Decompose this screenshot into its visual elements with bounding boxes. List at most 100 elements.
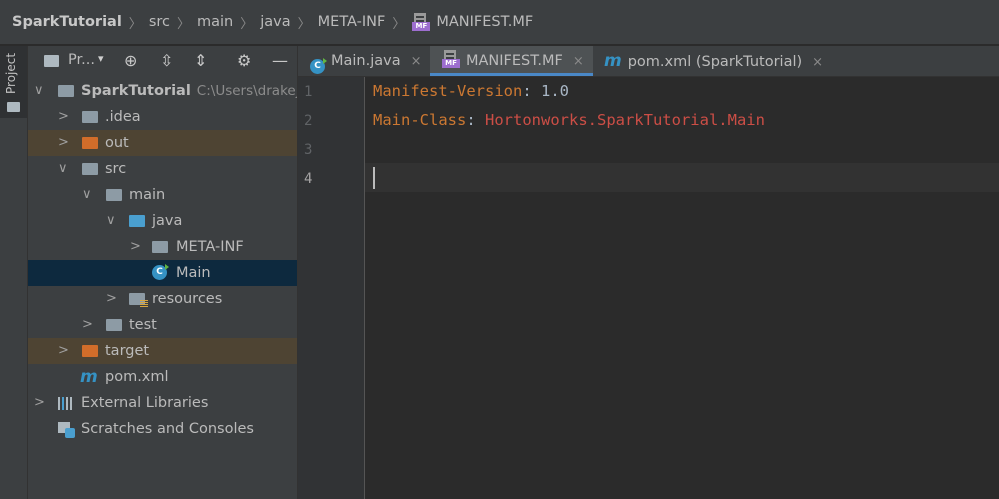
breadcrumb-item-src[interactable]: src — [149, 14, 170, 30]
chevron-down-icon[interactable]: ∨ — [82, 182, 92, 208]
chevron-right-icon[interactable]: > — [82, 312, 93, 338]
tab-label: pom.xml (SparkTutorial) — [627, 54, 803, 70]
chevron-down-icon[interactable]: ▾ — [98, 52, 104, 65]
close-icon[interactable]: × — [812, 55, 823, 70]
tab-manifest[interactable]: MF MANIFEST.MF × — [430, 46, 593, 76]
project-tool-button[interactable]: Project — [0, 46, 27, 118]
current-line-highlight — [365, 163, 999, 192]
colon: : — [466, 111, 485, 129]
line-number: 4 — [304, 171, 313, 187]
tree-label: target — [105, 343, 150, 359]
minimize-icon[interactable]: — — [272, 51, 288, 70]
project-view-selector[interactable]: Pr... — [68, 52, 95, 68]
scratches-icon — [58, 422, 75, 438]
folder-icon — [152, 241, 168, 253]
breadcrumb-item-main[interactable]: main — [197, 14, 233, 30]
project-root-name: SparkTutorial — [81, 83, 191, 99]
tree-label: pom.xml — [105, 369, 169, 385]
chevron-right-icon[interactable]: > — [58, 104, 69, 130]
folder-icon — [82, 163, 98, 175]
maven-icon: m — [80, 367, 98, 387]
tree-label: test — [129, 317, 157, 333]
tree-row-main[interactable]: ∨ main — [28, 182, 297, 208]
tab-pom[interactable]: m pom.xml (SparkTutorial) × — [604, 46, 823, 76]
folder-icon — [7, 102, 20, 112]
tree-row-src[interactable]: ∨ src — [28, 156, 297, 182]
module-folder-icon — [58, 85, 74, 97]
tree-label: resources — [152, 291, 223, 307]
tree-label: META-INF — [176, 239, 244, 255]
gear-icon[interactable]: ⚙ — [237, 51, 251, 70]
code-line-1[interactable]: Manifest-Version: 1.0 — [373, 82, 569, 100]
code-editor[interactable]: Manifest-Version: 1.0 Main-Class: Horton… — [365, 77, 999, 499]
java-class-icon: C — [310, 58, 327, 74]
collapse-all-icon[interactable]: ⇕ — [194, 51, 207, 70]
tree-label: src — [105, 161, 127, 177]
chevron-right-icon[interactable]: > — [58, 130, 69, 156]
chevron-down-icon[interactable]: ∨ — [34, 78, 44, 104]
tree-label: .idea — [105, 109, 141, 125]
tree-row-java[interactable]: ∨ java — [28, 208, 297, 234]
tree-row-out[interactable]: > out — [28, 130, 297, 156]
folder-icon — [82, 111, 98, 123]
tree-row-scratches[interactable]: Scratches and Consoles — [28, 416, 297, 442]
project-panel: Pr... ▾ ⊕ ⇳ ⇕ ⚙ — ∨ SparkTutorial C:\User… — [28, 46, 298, 499]
line-number: 1 — [304, 84, 313, 100]
line-number: 2 — [304, 113, 313, 129]
code-line-2[interactable]: Main-Class: Hortonworks.SparkTutorial.Ma… — [373, 111, 765, 129]
editor-tabs: C Main.java × MF MANIFEST.MF × m pom.xml (Spa… — [298, 46, 999, 77]
tab-main-java[interactable]: C Main.java × — [310, 46, 430, 76]
close-icon[interactable]: × — [573, 54, 584, 69]
manifest-file-icon: MF — [412, 13, 431, 31]
tree-row-pom[interactable]: m pom.xml — [28, 364, 297, 390]
tree-row-main-class[interactable]: C Main — [28, 260, 297, 286]
breadcrumb-item-meta-inf[interactable]: META-INF — [318, 14, 386, 30]
tree-label: External Libraries — [81, 395, 209, 411]
expand-all-icon[interactable]: ⇳ — [160, 51, 173, 70]
chevron-right-icon[interactable]: > — [58, 338, 69, 364]
tab-label: Main.java — [331, 53, 401, 69]
java-class-icon: C — [152, 264, 169, 280]
chevron-down-icon[interactable]: ∨ — [58, 156, 68, 182]
library-icon — [58, 397, 74, 410]
breadcrumb: SparkTutorial 〉 src 〉 main 〉 java 〉 META… — [0, 0, 999, 45]
breadcrumb-item-java[interactable]: java — [260, 14, 290, 30]
project-panel-toolbar: Pr... ▾ ⊕ ⇳ ⇕ ⚙ — — [28, 46, 297, 76]
project-tool-label: Project — [4, 52, 18, 94]
chevron-right-icon: 〉 — [240, 16, 254, 32]
excluded-folder-icon — [82, 345, 98, 357]
folder-icon — [44, 55, 59, 67]
project-root-path: C:\Users\drakej\ — [196, 83, 298, 99]
tree-row-idea[interactable]: > .idea — [28, 104, 297, 130]
tree-row-test[interactable]: > test — [28, 312, 297, 338]
tree-row-project-root[interactable]: ∨ SparkTutorial C:\Users\drakej\ — [28, 78, 297, 104]
colon: : — [522, 82, 541, 100]
chevron-right-icon[interactable]: > — [130, 234, 141, 260]
folder-icon — [106, 189, 122, 201]
manifest-key: Manifest-Version — [373, 82, 523, 100]
tree-row-target[interactable]: > target — [28, 338, 297, 364]
tool-window-strip: Project — [0, 46, 28, 499]
tree-row-external-libraries[interactable]: > External Libraries — [28, 390, 297, 416]
manifest-value: 1.0 — [540, 82, 569, 100]
chevron-right-icon: 〉 — [392, 16, 406, 32]
tab-label: MANIFEST.MF — [466, 53, 563, 69]
line-number: 3 — [304, 142, 313, 158]
crosshair-icon[interactable]: ⊕ — [124, 51, 137, 70]
tree-label: java — [152, 213, 183, 229]
text-caret — [373, 167, 375, 189]
chevron-right-icon[interactable]: > — [106, 286, 117, 312]
maven-icon: m — [604, 51, 622, 71]
tree-row-meta-inf[interactable]: > META-INF — [28, 234, 297, 260]
breadcrumb-item-manifest[interactable]: MANIFEST.MF — [436, 14, 533, 30]
chevron-right-icon[interactable]: > — [34, 390, 45, 416]
chevron-down-icon[interactable]: ∨ — [106, 208, 116, 234]
tree-label: Main — [176, 265, 211, 281]
close-icon[interactable]: × — [411, 54, 422, 69]
folder-icon — [106, 319, 122, 331]
breadcrumb-item-project[interactable]: SparkTutorial — [12, 14, 122, 30]
tree-row-resources[interactable]: > resources — [28, 286, 297, 312]
chevron-right-icon: 〉 — [176, 16, 190, 32]
excluded-folder-icon — [82, 137, 98, 149]
chevron-right-icon: 〉 — [297, 16, 311, 32]
